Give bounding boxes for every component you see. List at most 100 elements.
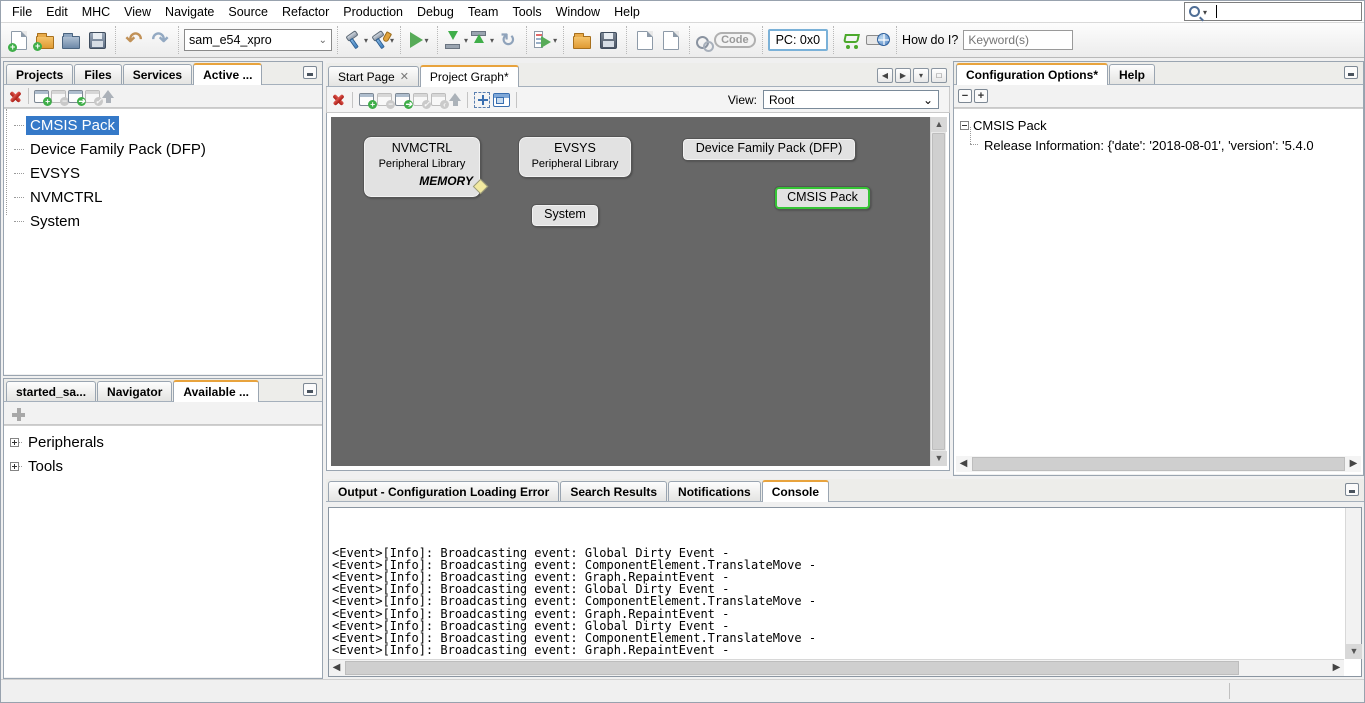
chevron-down-icon[interactable]: ▾ bbox=[425, 36, 429, 45]
graph-node-evsys[interactable]: EVSYS Peripheral Library bbox=[519, 137, 631, 177]
tree-item[interactable]: Peripherals bbox=[10, 430, 322, 454]
console-horizontal-scrollbar[interactable]: ◀ ▶ bbox=[329, 659, 1344, 676]
read-device-memory-button[interactable]: ▾ bbox=[470, 27, 494, 53]
tab-configuration-options[interactable]: Configuration Options* bbox=[956, 63, 1108, 85]
minimize-panel-button[interactable] bbox=[1345, 483, 1359, 496]
canvas-vertical-scrollbar[interactable]: ▲ ▼ bbox=[930, 117, 946, 466]
scroll-right-arrow-icon[interactable]: ▶ bbox=[1329, 660, 1344, 676]
collapse-icon[interactable] bbox=[960, 121, 969, 130]
scroll-right-arrow-icon[interactable]: ▶ bbox=[1346, 456, 1361, 472]
console-log[interactable]: <Event>[Info]: Broadcasting event: Globa… bbox=[332, 510, 1343, 656]
view-select[interactable]: Root⌄ bbox=[763, 90, 939, 109]
import-component-button[interactable]: ➔ bbox=[68, 90, 83, 103]
undo-button[interactable]: ↶ bbox=[122, 27, 146, 53]
tree-item-label[interactable]: Device Family Pack (DFP) bbox=[26, 140, 210, 159]
console-vertical-scrollbar[interactable]: ▼ bbox=[1345, 508, 1361, 659]
menu-item[interactable]: Tools bbox=[505, 2, 548, 22]
minimize-panel-button[interactable] bbox=[1344, 66, 1358, 79]
tree-item[interactable]: Device Family Pack (DFP) bbox=[12, 137, 322, 161]
tree-item-label[interactable]: Tools bbox=[24, 457, 67, 476]
debug-main-project-button[interactable]: ▾ bbox=[533, 27, 557, 53]
menu-item[interactable]: Edit bbox=[39, 2, 75, 22]
tree-item-label[interactable]: Peripherals bbox=[24, 433, 108, 452]
minimize-panel-button[interactable] bbox=[303, 383, 317, 396]
tree-item[interactable]: EVSYS bbox=[12, 161, 322, 185]
embedded-store-button[interactable] bbox=[840, 27, 864, 53]
menu-item[interactable]: View bbox=[117, 2, 158, 22]
chevron-down-icon[interactable]: ▾ bbox=[364, 36, 368, 45]
scrollbar-thumb[interactable] bbox=[932, 133, 945, 450]
tree-item-label[interactable]: NVMCTRL bbox=[26, 188, 107, 207]
new-project-button[interactable]: + bbox=[33, 27, 57, 53]
config-tree-root[interactable]: CMSIS Pack bbox=[960, 115, 1363, 135]
tab-project-graph[interactable]: Project Graph* bbox=[420, 65, 519, 87]
tab-help[interactable]: Help bbox=[1109, 64, 1155, 84]
add-component-button[interactable]: + bbox=[359, 93, 374, 106]
menu-item[interactable]: Help bbox=[607, 2, 647, 22]
save-button[interactable] bbox=[596, 27, 620, 53]
tab-available[interactable]: Available ... bbox=[173, 380, 259, 402]
redo-button[interactable]: ↷ bbox=[148, 27, 172, 53]
delete-button[interactable] bbox=[8, 89, 23, 104]
project-configuration-select[interactable]: sam_e54_xpro⌄ bbox=[184, 29, 332, 51]
tab-active[interactable]: Active ... bbox=[193, 63, 262, 85]
tree-item[interactable]: Tools bbox=[10, 454, 322, 478]
delete-node-button[interactable] bbox=[331, 92, 346, 107]
close-icon[interactable]: ✕ bbox=[400, 70, 409, 83]
menu-item[interactable]: Refactor bbox=[275, 2, 336, 22]
save-all-button[interactable] bbox=[85, 27, 109, 53]
chevron-down-icon[interactable]: ▾ bbox=[553, 36, 557, 45]
minimize-panel-button[interactable] bbox=[303, 66, 317, 79]
import-hex-button[interactable]: ➔ bbox=[659, 27, 683, 53]
chevron-down-icon[interactable]: ▾ bbox=[390, 36, 394, 45]
import-component-button[interactable]: ➔ bbox=[395, 93, 410, 106]
quick-search-box[interactable]: ▾ bbox=[1184, 2, 1362, 21]
tab-started-sandbox[interactable]: started_sa... bbox=[6, 381, 96, 401]
device-resource-button[interactable] bbox=[866, 27, 890, 53]
build-project-button[interactable]: ▾ bbox=[344, 27, 368, 53]
tab-output-configuration-loading-error[interactable]: Output - Configuration Loading Error bbox=[328, 481, 559, 501]
expand-all-button[interactable]: + bbox=[974, 89, 988, 103]
tab-list-dropdown-button[interactable]: ▾ bbox=[913, 68, 929, 83]
scroll-down-arrow-icon[interactable]: ▼ bbox=[1346, 644, 1362, 659]
scroll-down-arrow-icon[interactable]: ▼ bbox=[931, 451, 947, 466]
new-file-button[interactable]: + bbox=[7, 27, 31, 53]
maximize-window-button[interactable]: □ bbox=[931, 68, 947, 83]
scroll-left-arrow-icon[interactable]: ◀ bbox=[329, 660, 344, 676]
scroll-tabs-right-button[interactable]: ▶ bbox=[895, 68, 911, 83]
project-graph-canvas[interactable]: NVMCTRL Peripheral Library MEMORY EVSYS … bbox=[331, 117, 930, 466]
tree-item-label[interactable]: CMSIS Pack bbox=[26, 116, 119, 135]
chevron-down-icon[interactable]: ▾ bbox=[464, 36, 468, 45]
menu-item[interactable]: Navigate bbox=[158, 2, 221, 22]
keyword-search-input[interactable] bbox=[963, 30, 1073, 50]
menu-item[interactable]: Team bbox=[461, 2, 506, 22]
reset-device-button[interactable]: ↻ bbox=[496, 27, 520, 53]
scrollbar-thumb[interactable] bbox=[972, 457, 1345, 471]
collapse-all-button[interactable]: − bbox=[958, 89, 972, 103]
tree-item[interactable]: CMSIS Pack bbox=[12, 113, 322, 137]
tab-start-page[interactable]: Start Page✕ bbox=[328, 66, 419, 86]
graph-node-nvmctrl[interactable]: NVMCTRL Peripheral Library MEMORY bbox=[364, 137, 480, 197]
tab-services[interactable]: Services bbox=[123, 64, 192, 84]
tab-search-results[interactable]: Search Results bbox=[560, 481, 667, 501]
window-layout-icon[interactable] bbox=[493, 93, 510, 107]
menu-item[interactable]: Production bbox=[336, 2, 410, 22]
open-folder-button[interactable] bbox=[570, 27, 594, 53]
tree-item[interactable]: System bbox=[12, 209, 322, 233]
scroll-left-arrow-icon[interactable]: ◀ bbox=[956, 456, 971, 472]
chevron-down-icon[interactable]: ▾ bbox=[1203, 8, 1207, 17]
graph-node-dfp[interactable]: Device Family Pack (DFP) bbox=[683, 139, 855, 160]
expand-icon[interactable] bbox=[10, 438, 19, 447]
tab-projects[interactable]: Projects bbox=[6, 64, 73, 84]
tree-item[interactable]: NVMCTRL bbox=[12, 185, 322, 209]
export-hex-button[interactable]: ➔ bbox=[633, 27, 657, 53]
clean-and-build-button[interactable]: ▾ bbox=[370, 27, 394, 53]
scroll-tabs-left-button[interactable]: ◀ bbox=[877, 68, 893, 83]
scrollbar-thumb[interactable] bbox=[345, 661, 1239, 675]
graph-node-cmsis-pack[interactable]: CMSIS Pack bbox=[775, 187, 870, 209]
menu-item[interactable]: Window bbox=[549, 2, 607, 22]
menu-item[interactable]: File bbox=[5, 2, 39, 22]
tab-files[interactable]: Files bbox=[74, 64, 121, 84]
tab-navigator[interactable]: Navigator bbox=[97, 381, 172, 401]
tab-console[interactable]: Console bbox=[762, 480, 829, 502]
